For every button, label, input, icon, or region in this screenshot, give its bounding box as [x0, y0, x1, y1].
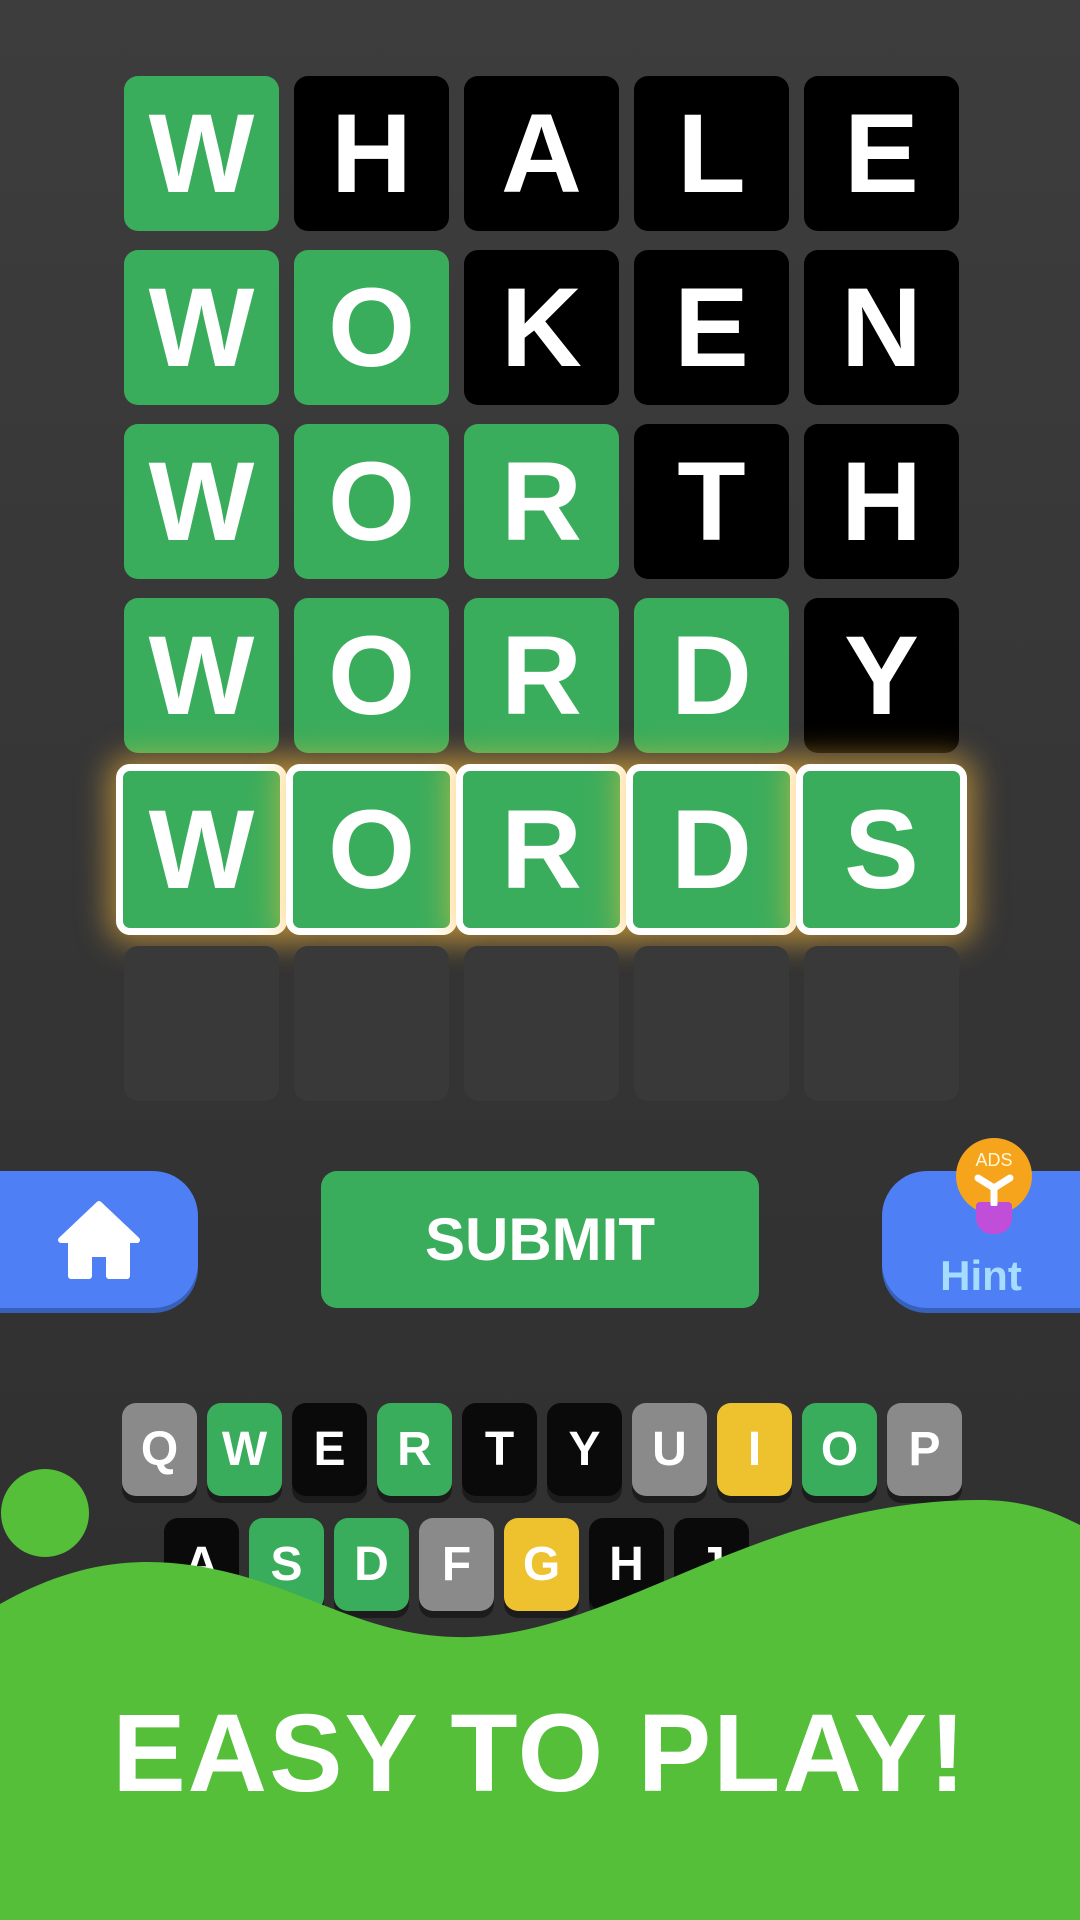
- banner-title: EASY TO PLAY!: [112, 1692, 968, 1815]
- banner-wave: [0, 1469, 1080, 1920]
